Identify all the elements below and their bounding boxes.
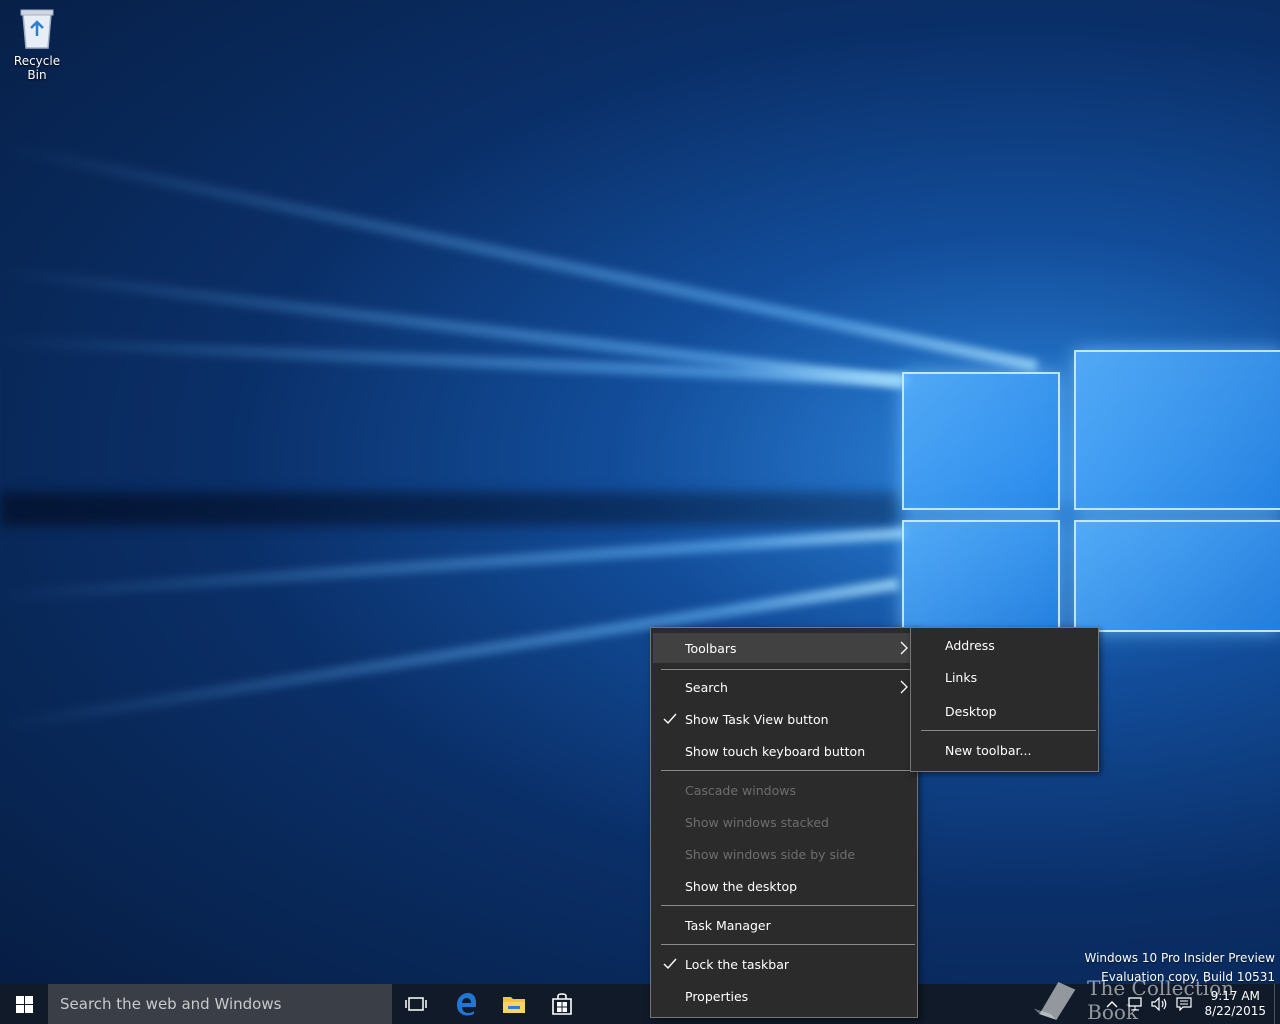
menu-item-show-touch-keyboard[interactable]: Show touch keyboard button: [653, 736, 915, 766]
menu-item-show-windows-stacked-label: Show windows stacked: [685, 814, 829, 830]
edge-icon: [457, 993, 476, 1016]
edge-taskbar-button[interactable]: [442, 984, 490, 1024]
recycle-bin-label: Recycle Bin: [13, 54, 61, 82]
action-center-button[interactable]: [1172, 984, 1196, 1024]
search-placeholder: Search the web and Windows: [60, 995, 282, 1013]
recycle-bin[interactable]: Recycle Bin: [4, 6, 70, 82]
submenu-item-links[interactable]: Links: [913, 662, 1096, 692]
menu-separator: [921, 730, 1096, 731]
menu-item-show-the-desktop[interactable]: Show the desktop: [653, 871, 915, 901]
checkmark-icon: [663, 958, 677, 970]
menu-item-show-task-view-label: Show Task View button: [685, 711, 829, 727]
clock-time: 9:17 AM: [1210, 989, 1260, 1003]
menu-separator: [661, 770, 915, 771]
task-view-icon: [405, 997, 427, 1011]
submenu-item-desktop[interactable]: Desktop: [913, 696, 1096, 726]
windows-logo-icon: [15, 995, 33, 1013]
menu-item-properties-label: Properties: [685, 988, 749, 1004]
menu-separator: [661, 944, 915, 945]
file-explorer-icon: [503, 997, 525, 1013]
menu-item-task-manager[interactable]: Task Manager: [653, 910, 915, 940]
file-explorer-taskbar-button[interactable]: [490, 984, 538, 1024]
taskbar-context-menu: Toolbars Search Show Task View button Sh…: [650, 627, 918, 1018]
menu-item-task-manager-label: Task Manager: [685, 917, 771, 933]
menu-item-lock-taskbar[interactable]: Lock the taskbar: [653, 949, 915, 979]
network-button[interactable]: [1124, 984, 1148, 1024]
network-icon: [1128, 997, 1143, 1011]
chevron-right-icon: [900, 641, 908, 655]
build-watermark: Windows 10 Pro Insider Preview Evaluatio…: [1084, 949, 1275, 987]
submenu-item-links-label: Links: [945, 669, 978, 685]
menu-item-properties[interactable]: Properties: [653, 981, 915, 1011]
toolbars-submenu: Address Links Desktop New toolbar...: [910, 627, 1099, 772]
menu-item-show-windows-side-by-side-label: Show windows side by side: [685, 846, 856, 862]
menu-item-toolbars-label: Toolbars: [685, 640, 737, 656]
menu-item-search-label: Search: [685, 679, 728, 695]
submenu-item-address-label: Address: [945, 637, 995, 653]
menu-item-show-the-desktop-label: Show the desktop: [685, 878, 798, 894]
menu-item-show-task-view[interactable]: Show Task View button: [653, 704, 915, 734]
show-desktop-button[interactable]: [1274, 984, 1280, 1024]
menu-item-search[interactable]: Search: [653, 672, 915, 702]
watermark-edition: Windows 10 Pro Insider Preview: [1084, 951, 1275, 965]
task-view-button[interactable]: [392, 984, 440, 1024]
search-input[interactable]: Search the web and Windows: [48, 984, 392, 1024]
submenu-item-new-toolbar[interactable]: New toolbar...: [913, 735, 1096, 765]
checkmark-icon: [663, 713, 677, 725]
submenu-item-desktop-label: Desktop: [945, 703, 997, 719]
menu-item-lock-taskbar-label: Lock the taskbar: [685, 956, 790, 972]
menu-item-show-windows-stacked: Show windows stacked: [653, 807, 915, 837]
menu-separator: [661, 669, 915, 670]
submenu-item-new-toolbar-label: New toolbar...: [945, 742, 1032, 758]
taskbar: Search the web and Windows 9:17 AM 8/22/…: [0, 984, 1280, 1024]
menu-item-cascade-windows: Cascade windows: [653, 775, 915, 805]
menu-item-toolbars[interactable]: Toolbars: [653, 633, 915, 663]
volume-button[interactable]: [1148, 984, 1172, 1024]
notification-icon: [1176, 997, 1193, 1011]
recycle-bin-icon: [20, 9, 54, 49]
start-button[interactable]: [0, 984, 48, 1024]
menu-item-show-windows-side-by-side: Show windows side by side: [653, 839, 915, 869]
store-taskbar-button[interactable]: [538, 984, 586, 1024]
clock-date: 8/22/2015: [1204, 1004, 1266, 1018]
store-icon: [552, 993, 572, 1015]
menu-item-cascade-windows-label: Cascade windows: [685, 782, 796, 798]
submenu-item-address[interactable]: Address: [913, 630, 1096, 660]
menu-separator: [661, 905, 915, 906]
chevron-right-icon: [900, 680, 908, 694]
show-hidden-icons-button[interactable]: [1100, 984, 1124, 1024]
clock[interactable]: 9:17 AM 8/22/2015: [1196, 989, 1274, 1019]
menu-item-show-touch-keyboard-label: Show touch keyboard button: [685, 743, 866, 759]
system-tray: 9:17 AM 8/22/2015: [1100, 984, 1280, 1024]
speaker-icon: [1151, 997, 1167, 1011]
chevron-up-icon: [1106, 1001, 1118, 1008]
